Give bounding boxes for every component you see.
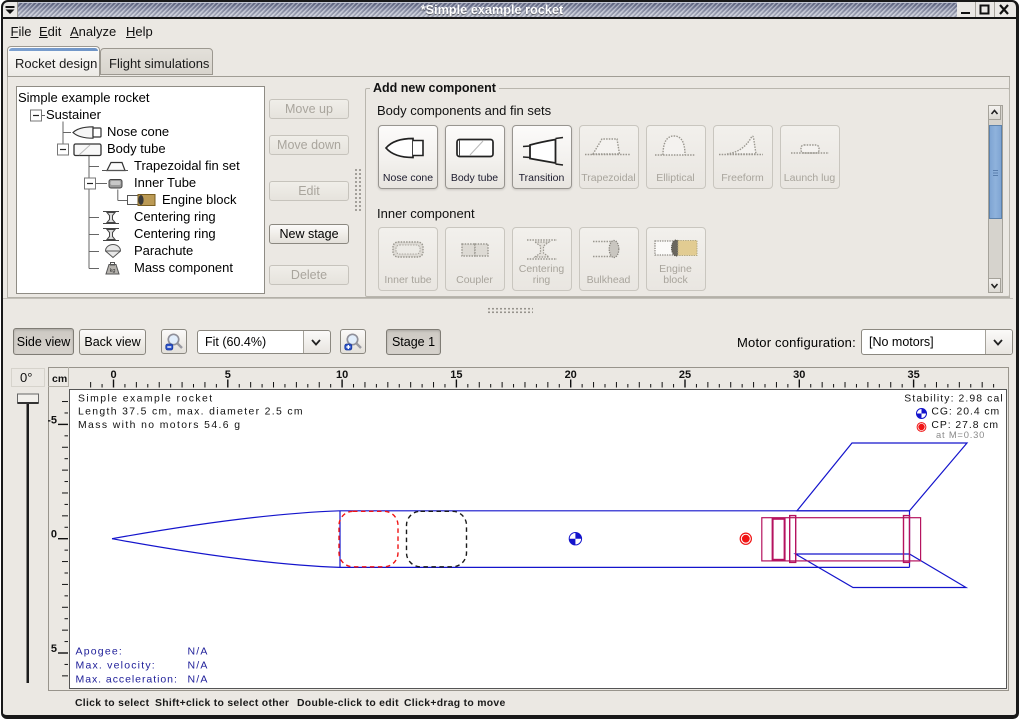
svg-text:35: 35: [907, 369, 919, 381]
svg-text:Mass with no motors 54.6 g: Mass with no motors 54.6 g: [78, 420, 241, 431]
svg-text:5: 5: [225, 369, 231, 381]
svg-text:15: 15: [450, 369, 462, 381]
svg-text:Max. acceleration:: Max. acceleration:: [76, 673, 178, 685]
svg-text:Simple example rocket: Simple example rocket: [78, 393, 214, 404]
svg-text:30: 30: [793, 369, 805, 381]
svg-text:5: 5: [51, 643, 57, 655]
svg-text:0: 0: [110, 369, 116, 381]
svg-text:0: 0: [51, 528, 57, 540]
svg-text:N/A: N/A: [188, 673, 209, 685]
svg-text:10: 10: [336, 369, 348, 381]
svg-text:Apogee:: Apogee:: [76, 645, 124, 657]
svg-text:Length 37.5 cm, max. diameter: Length 37.5 cm, max. diameter 2.5 cm: [78, 406, 304, 417]
svg-text:Max. velocity:: Max. velocity:: [76, 659, 156, 671]
svg-text:-5: -5: [48, 414, 57, 426]
svg-text:N/A: N/A: [188, 645, 209, 657]
svg-text:CG: 20.4 cm: CG: 20.4 cm: [931, 406, 1000, 417]
svg-text:kg: kg: [110, 268, 116, 274]
svg-text:Stability: 2.98 cal: Stability: 2.98 cal: [904, 393, 1003, 404]
svg-text:25: 25: [679, 369, 691, 381]
svg-text:at M=0.30: at M=0.30: [936, 429, 985, 440]
svg-text:N/A: N/A: [188, 659, 209, 671]
svg-text:20: 20: [565, 369, 577, 381]
